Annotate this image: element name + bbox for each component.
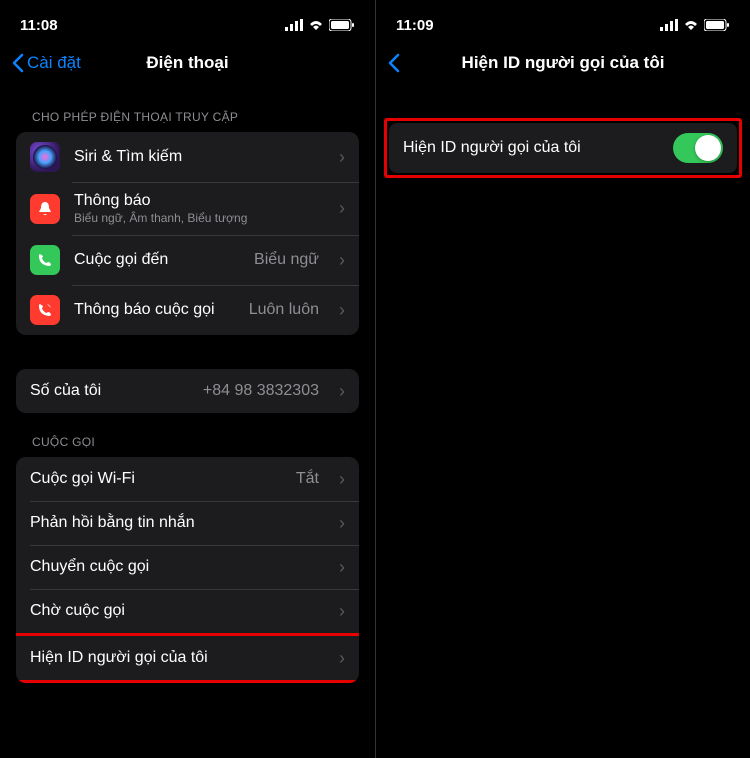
- chevron-right-icon: ›: [339, 250, 345, 271]
- list-group-calls: Cuộc gọi Wi-Fi Tắt › Phản hồi bằng tin n…: [16, 457, 359, 683]
- announce-icon: [30, 295, 60, 325]
- row-call-waiting[interactable]: Chờ cuộc gọi ›: [16, 589, 359, 633]
- back-label: Cài đặt: [27, 53, 81, 73]
- back-button[interactable]: [388, 53, 400, 73]
- row-wifi-calling[interactable]: Cuộc gọi Wi-Fi Tắt ›: [16, 457, 359, 501]
- chevron-left-icon: [12, 53, 24, 73]
- phone-screen-left: 11:08 Cài đặt Điện thoại CHO PHÉP ĐIỆN T…: [0, 0, 375, 758]
- chevron-right-icon: ›: [339, 469, 345, 490]
- clock: 11:08: [20, 17, 58, 34]
- page-title: Hiện ID người gọi của tôi: [376, 53, 750, 73]
- wifi-icon: [308, 19, 324, 31]
- row-label: Chuyển cuộc gọi: [30, 558, 319, 576]
- row-siri[interactable]: Siri & Tìm kiếm ›: [16, 132, 359, 182]
- row-respond-text[interactable]: Phản hồi bằng tin nhắn ›: [16, 501, 359, 545]
- row-show-caller-id[interactable]: Hiện ID người gọi của tôi ›: [16, 636, 359, 680]
- battery-icon: [329, 19, 355, 31]
- nav-header: Cài đặt Điện thoại: [0, 44, 375, 88]
- row-label: Số của tôi: [30, 382, 189, 400]
- toggle-switch[interactable]: [673, 133, 723, 163]
- row-label: Hiện ID người gọi của tôi: [403, 139, 659, 157]
- phone-screen-right: 11:09 Hiện ID người gọi của tôi Hiện ID …: [375, 0, 750, 758]
- row-detail: Biểu ngữ: [254, 251, 319, 269]
- bell-icon: [30, 194, 60, 224]
- chevron-right-icon: ›: [339, 198, 345, 219]
- row-label: Thông báo cuộc gọi: [74, 301, 235, 319]
- chevron-right-icon: ›: [339, 648, 345, 669]
- highlight-caller-id: Hiện ID người gọi của tôi ›: [16, 633, 359, 683]
- nav-header: Hiện ID người gọi của tôi: [376, 44, 750, 88]
- chevron-right-icon: ›: [339, 513, 345, 534]
- list-group-mynumber: Số của tôi +84 98 3832303 ›: [16, 369, 359, 413]
- status-icons: [285, 19, 355, 31]
- row-show-caller-id-toggle: Hiện ID người gọi của tôi: [389, 123, 737, 173]
- highlight-toggle-row: Hiện ID người gọi của tôi: [384, 118, 742, 178]
- wifi-icon: [683, 19, 699, 31]
- back-button[interactable]: Cài đặt: [12, 53, 81, 73]
- row-my-number[interactable]: Số của tôi +84 98 3832303 ›: [16, 369, 359, 413]
- chevron-right-icon: ›: [339, 300, 345, 321]
- signal-icon: [660, 19, 678, 31]
- row-label: Hiện ID người gọi của tôi: [30, 649, 319, 667]
- status-icons: [660, 19, 730, 31]
- row-subtitle: Biểu ngữ, Âm thanh, Biểu tượng: [74, 211, 319, 225]
- row-label: Cuộc gọi đến: [74, 251, 240, 269]
- clock: 11:09: [396, 17, 434, 34]
- row-label: Chờ cuộc gọi: [30, 602, 319, 620]
- battery-icon: [704, 19, 730, 31]
- row-label: Thông báo: [74, 192, 319, 210]
- row-notifications[interactable]: Thông báo Biểu ngữ, Âm thanh, Biểu tượng…: [16, 182, 359, 235]
- chevron-right-icon: ›: [339, 557, 345, 578]
- row-detail: +84 98 3832303: [203, 382, 319, 400]
- status-bar: 11:08: [0, 0, 375, 44]
- status-bar: 11:09: [376, 0, 750, 44]
- row-label: Phản hồi bằng tin nhắn: [30, 514, 319, 532]
- chevron-right-icon: ›: [339, 601, 345, 622]
- row-detail: Tắt: [296, 470, 319, 488]
- section-header-calls: CUỘC GỌI: [16, 413, 359, 457]
- chevron-right-icon: ›: [339, 381, 345, 402]
- section-header-access: CHO PHÉP ĐIỆN THOẠI TRUY CẬP: [16, 88, 359, 132]
- row-label: Cuộc gọi Wi-Fi: [30, 470, 282, 488]
- row-label: Siri & Tìm kiếm: [74, 148, 319, 166]
- siri-icon: [30, 142, 60, 172]
- list-group-toggle: Hiện ID người gọi của tôi: [389, 123, 737, 173]
- toggle-knob: [695, 135, 721, 161]
- row-detail: Luôn luôn: [249, 301, 319, 319]
- row-announce-calls[interactable]: Thông báo cuộc gọi Luôn luôn ›: [16, 285, 359, 335]
- row-call-forwarding[interactable]: Chuyển cuộc gọi ›: [16, 545, 359, 589]
- phone-incoming-icon: [30, 245, 60, 275]
- list-group-access: Siri & Tìm kiếm › Thông báo Biểu ngữ, Âm…: [16, 132, 359, 335]
- chevron-right-icon: ›: [339, 147, 345, 168]
- signal-icon: [285, 19, 303, 31]
- row-incoming-calls[interactable]: Cuộc gọi đến Biểu ngữ ›: [16, 235, 359, 285]
- chevron-left-icon: [388, 53, 400, 73]
